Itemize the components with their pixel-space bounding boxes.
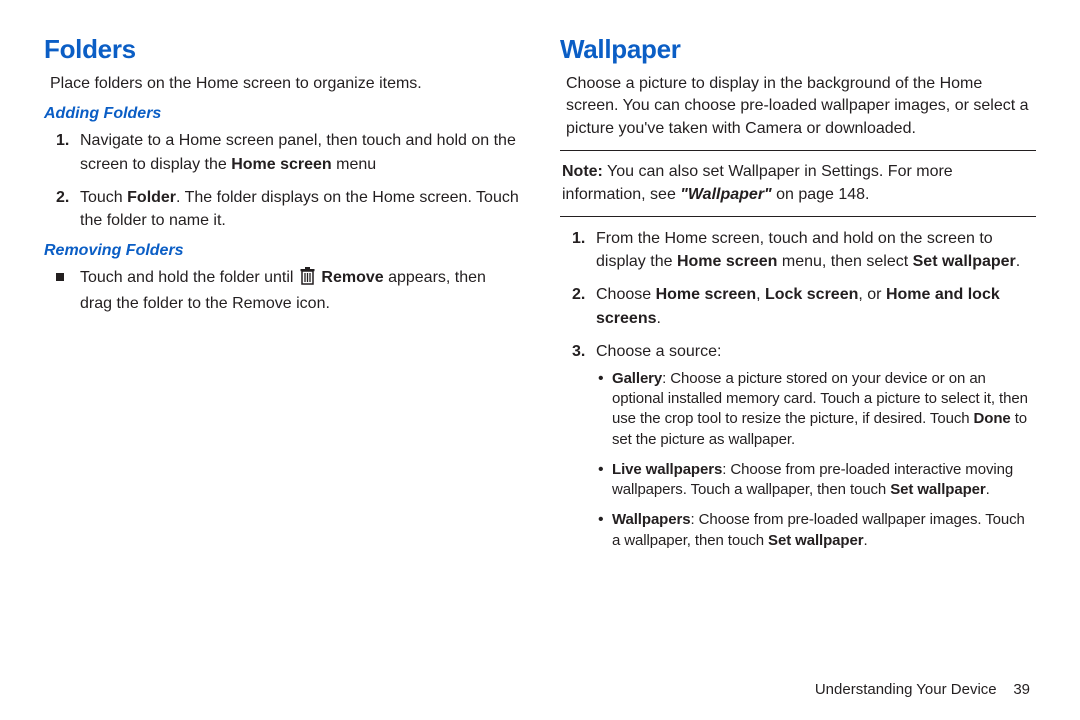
text: on page 148. [772, 186, 870, 203]
left-column: Folders Place folders on the Home screen… [44, 30, 520, 561]
adding-folders-list: 1. Navigate to a Home screen panel, then… [44, 129, 520, 232]
divider [560, 150, 1036, 151]
folders-intro: Place folders on the Home screen to orga… [50, 73, 520, 95]
bold-text: Live wallpapers [612, 461, 722, 478]
bold-text: Wallpapers [612, 511, 690, 528]
subheading-removing-folders: Removing Folders [44, 242, 520, 260]
bold-text: Home screen [656, 286, 757, 303]
bold-text: Set wallpaper [890, 481, 985, 498]
divider [560, 216, 1036, 217]
bold-text: Set wallpaper [768, 532, 863, 549]
removing-folders-list: Touch and hold the folder until Remove a… [44, 266, 520, 315]
text: . [657, 310, 661, 327]
italic-reference: "Wallpaper" [680, 186, 771, 203]
text: Touch [80, 189, 127, 206]
list-item: 1. From the Home screen, touch and hold … [596, 227, 1036, 273]
list-item: 3. Choose a source: Gallery: Choose a pi… [596, 340, 1036, 551]
page-footer: Understanding Your Device 39 [815, 681, 1030, 698]
list-number: 1. [56, 129, 69, 152]
text: . [863, 532, 867, 549]
note-label: Note: [562, 163, 603, 180]
list-number: 3. [572, 340, 585, 363]
text: Touch and hold the folder until [80, 269, 298, 286]
bold-text: Lock screen [765, 286, 858, 303]
trash-icon [300, 267, 315, 292]
footer-page-number: 39 [1013, 681, 1030, 698]
heading-wallpaper: Wallpaper [560, 34, 1036, 65]
list-number: 2. [572, 283, 585, 306]
wallpaper-intro: Choose a picture to display in the backg… [566, 73, 1036, 140]
list-item: Live wallpapers: Choose from pre-loaded … [612, 460, 1036, 501]
subheading-adding-folders: Adding Folders [44, 105, 520, 123]
heading-folders: Folders [44, 34, 520, 65]
note-block: Note: You can also set Wallpaper in Sett… [562, 161, 1034, 206]
text: Choose a source: [596, 343, 721, 360]
bold-text: Done [974, 410, 1011, 427]
text: , or [858, 286, 886, 303]
list-item: 2. Choose Home screen, Lock screen, or H… [596, 283, 1036, 329]
text: . [986, 481, 990, 498]
text: menu [332, 156, 376, 173]
source-bullets: Gallery: Choose a picture stored on your… [596, 369, 1036, 551]
bold-text: Home screen [677, 253, 778, 270]
text: Choose [596, 286, 656, 303]
page-content: Folders Place folders on the Home screen… [0, 0, 1080, 577]
right-column: Wallpaper Choose a picture to display in… [560, 30, 1036, 561]
footer-section-name: Understanding Your Device [815, 681, 997, 698]
list-number: 1. [572, 227, 585, 250]
bold-text: Gallery [612, 370, 662, 387]
bold-text: Set wallpaper [913, 253, 1016, 270]
list-item: Gallery: Choose a picture stored on your… [612, 369, 1036, 450]
text: menu, then select [777, 253, 912, 270]
bold-text: Home screen [231, 156, 332, 173]
list-item: Wallpapers: Choose from pre-loaded wallp… [612, 510, 1036, 551]
text: . [1016, 253, 1020, 270]
list-item: 2. Touch Folder. The folder displays on … [80, 186, 520, 232]
list-item: Touch and hold the folder until Remove a… [80, 266, 520, 315]
wallpaper-steps-list: 1. From the Home screen, touch and hold … [560, 227, 1036, 551]
bold-text: Remove [317, 269, 384, 286]
list-item: 1. Navigate to a Home screen panel, then… [80, 129, 520, 175]
list-number: 2. [56, 186, 69, 209]
text: , [756, 286, 765, 303]
text: : Choose a picture stored on your device… [612, 370, 1028, 428]
bold-text: Folder [127, 189, 176, 206]
